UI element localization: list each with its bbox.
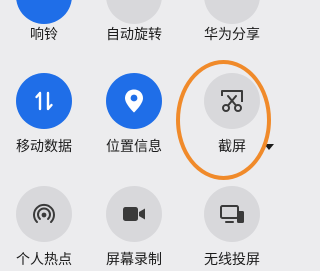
mobile-data-button[interactable]	[16, 73, 72, 129]
wireless-projection-button[interactable]	[204, 186, 260, 242]
tile-huawei-share[interactable]: 华为分享	[188, 0, 276, 44]
location-icon	[125, 89, 143, 113]
screenshot-button[interactable]	[204, 73, 260, 129]
tile-auto-rotate[interactable]: 自动旋转	[90, 0, 178, 44]
tile-ring[interactable]: 响铃	[0, 0, 88, 44]
tile-label: 位置信息	[106, 139, 162, 155]
tile-hotspot[interactable]: 个人热点	[0, 186, 88, 269]
tile-screenshot[interactable]: 截屏	[188, 73, 276, 156]
tile-mobile-data[interactable]: 移动数据	[0, 73, 88, 156]
tile-label: 个人热点	[16, 252, 72, 268]
tile-label: 无线投屏	[204, 252, 260, 268]
tile-label: 响铃	[30, 27, 58, 43]
huawei-share-icon[interactable]	[204, 0, 260, 24]
bell-icon[interactable]	[16, 0, 72, 24]
tile-label: 自动旋转	[106, 27, 162, 43]
tile-screen-record[interactable]: 屏幕录制	[90, 186, 178, 269]
tile-location[interactable]: 位置信息	[90, 73, 178, 156]
hotspot-button[interactable]	[16, 186, 72, 242]
chevron-down-icon[interactable]	[264, 144, 274, 150]
screenshot-icon	[221, 90, 243, 112]
hotspot-icon	[33, 203, 55, 223]
mobile-data-icon	[35, 91, 53, 111]
wireless-projection-icon	[220, 205, 244, 223]
screen-record-button[interactable]	[106, 186, 162, 242]
tile-label: 移动数据	[16, 139, 72, 155]
auto-rotate-icon[interactable]	[106, 0, 162, 24]
tile-label: 截屏	[218, 139, 246, 155]
screen-record-icon	[123, 207, 145, 221]
screenshot-label-row: 截屏	[218, 129, 274, 156]
tile-label: 屏幕录制	[106, 252, 162, 268]
location-button[interactable]	[106, 73, 162, 129]
tile-label: 华为分享	[204, 27, 260, 43]
tile-wireless-projection[interactable]: 无线投屏	[188, 186, 276, 269]
